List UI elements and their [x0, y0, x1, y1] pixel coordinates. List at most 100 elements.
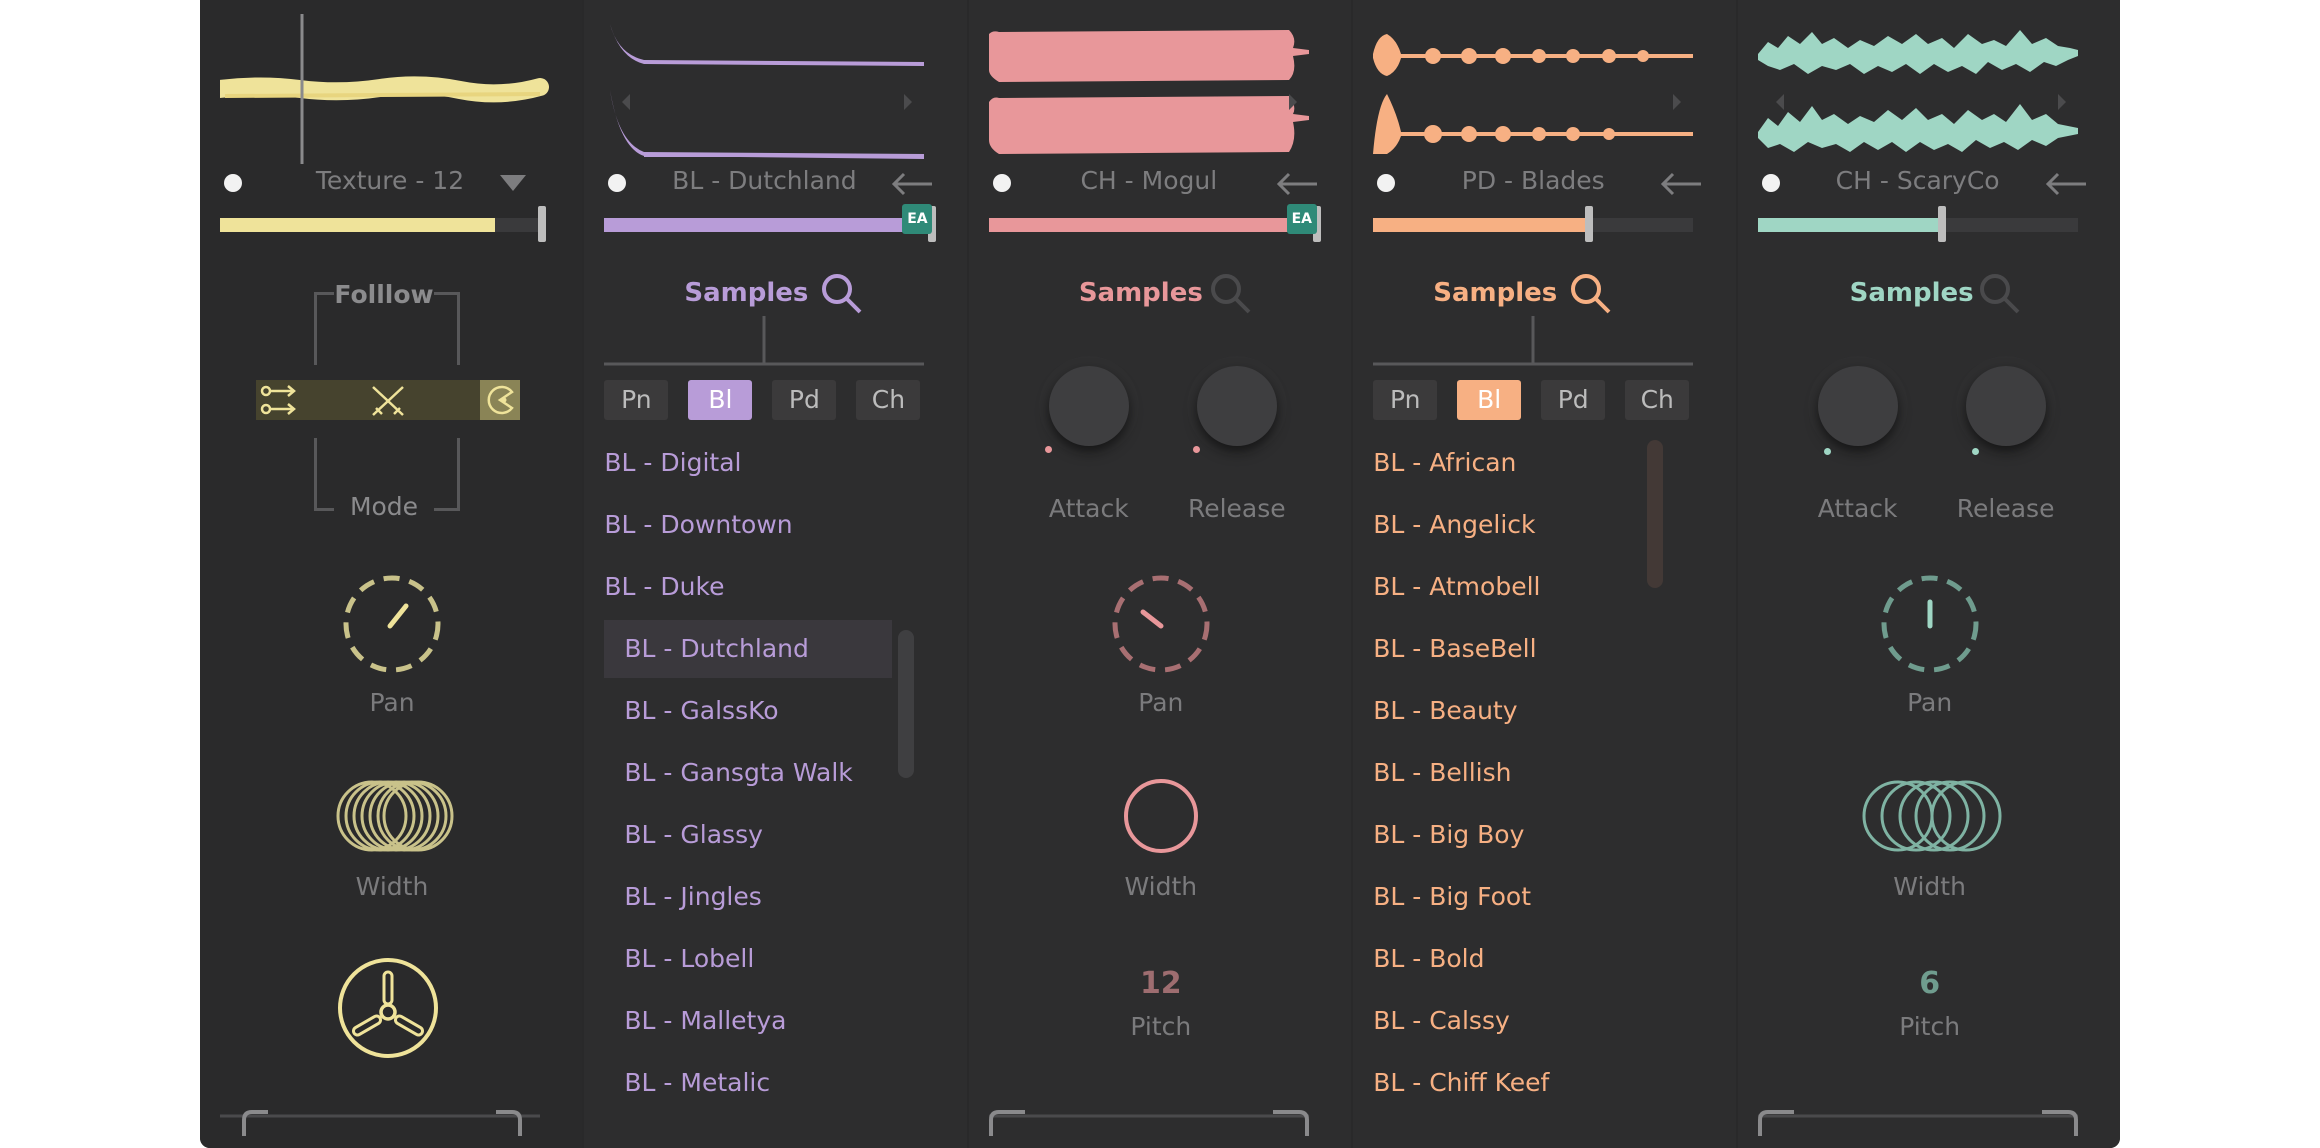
arrow-left-icon[interactable]	[2044, 172, 2088, 196]
list-scrollbar[interactable]	[1647, 440, 1664, 588]
list-item[interactable]: BL - BaseBell	[1373, 634, 1536, 663]
waveform-display[interactable]	[1373, 14, 1713, 164]
list-item[interactable]: BL - Lobell	[624, 944, 754, 973]
list-item[interactable]: BL - Bold	[1373, 944, 1484, 973]
list-item[interactable]: BL - Atmobell	[1373, 572, 1540, 601]
volume-slider[interactable]	[988, 218, 1309, 232]
list-item[interactable]: BL - Jingles	[624, 882, 761, 911]
tab-bl[interactable]: Bl	[688, 380, 753, 420]
sample-name[interactable]: Texture - 12	[260, 166, 520, 195]
list-item[interactable]: BL - Big Boy	[1373, 820, 1524, 849]
volume-slider-handle[interactable]	[538, 206, 546, 242]
tab-pd[interactable]: Pd	[1541, 380, 1606, 420]
arrow-left-icon[interactable]	[890, 172, 934, 196]
list-item[interactable]: BL - African	[1373, 448, 1516, 477]
list-scrollbar[interactable]	[898, 630, 915, 778]
list-item[interactable]: BL - Gansgta Walk	[624, 758, 852, 787]
volume-slider[interactable]	[1373, 218, 1694, 232]
bottom-range-bar[interactable]	[988, 1106, 1329, 1136]
waveform-display[interactable]	[220, 14, 560, 164]
width-control[interactable]	[330, 774, 460, 858]
width-label: Width	[1124, 872, 1198, 901]
list-item[interactable]: BL - Chiff Keef	[1373, 1068, 1549, 1097]
volume-slider-handle[interactable]	[1585, 206, 1594, 242]
volume-slider-handle[interactable]	[1937, 206, 1946, 242]
pitch-label: Pitch	[1899, 1012, 1961, 1041]
pacman-icon[interactable]	[484, 384, 516, 416]
list-item-selected[interactable]: BL - Dutchland	[624, 634, 808, 663]
bottom-range-bar[interactable]	[220, 1106, 560, 1136]
pan-knob[interactable]	[330, 572, 454, 696]
tab-pn[interactable]: Pn	[604, 380, 669, 420]
list-item[interactable]: BL - Big Foot	[1373, 882, 1531, 911]
sample-name[interactable]: BL - Dutchland	[644, 166, 884, 195]
pitch-value[interactable]: 6	[1830, 966, 2030, 1001]
attack-knob[interactable]	[1048, 366, 1129, 446]
attack-knob-indicator	[1823, 448, 1831, 455]
samples-label: Samples	[1849, 278, 1974, 308]
follow-label: Folllow	[334, 280, 434, 309]
list-item[interactable]: BL - Duke	[604, 572, 724, 601]
bottom-range-bar[interactable]	[1757, 1106, 2098, 1136]
attack-knob[interactable]	[1817, 366, 1898, 446]
tab-pd[interactable]: Pd	[772, 380, 837, 420]
volume-slider[interactable]	[1757, 218, 2078, 232]
list-item[interactable]: BL - Malletya	[624, 1006, 786, 1035]
list-item[interactable]: BL - Metalic	[624, 1068, 770, 1097]
channel-enable-toggle[interactable]	[608, 174, 627, 192]
list-item[interactable]: BL - Bellish	[1373, 758, 1511, 787]
waveform-display[interactable]	[604, 14, 944, 164]
list-item[interactable]: BL - Glassy	[624, 820, 762, 849]
waveform-display[interactable]	[988, 14, 1329, 164]
waveform-display[interactable]	[1757, 14, 2098, 164]
fan-icon[interactable]	[336, 956, 440, 1060]
volume-slider[interactable]	[220, 218, 540, 232]
pan-label: Pan	[1907, 688, 1953, 717]
dropdown-triangle-icon[interactable]	[500, 175, 526, 193]
arrow-left-icon[interactable]	[1275, 172, 1319, 196]
pitch-value[interactable]: 12	[1061, 966, 1261, 1001]
list-item[interactable]: BL - GalssKo	[624, 696, 778, 725]
pan-knob[interactable]	[1099, 572, 1223, 696]
samples-label: Samples	[1078, 278, 1203, 308]
release-knob[interactable]	[1196, 366, 1277, 446]
split-arrows-icon[interactable]	[260, 384, 298, 418]
attack-label: Attack	[1048, 494, 1129, 523]
pan-label: Pan	[369, 688, 415, 717]
tab-pn[interactable]: Pn	[1373, 380, 1438, 420]
channel-2: BL - Dutchland EA Samples Pn Bl Pd Ch BL…	[584, 0, 967, 1148]
list-item[interactable]: BL - Downtown	[604, 510, 792, 539]
volume-slider[interactable]	[604, 218, 925, 232]
list-item[interactable]: BL - Digital	[604, 448, 741, 477]
search-icon[interactable]	[820, 272, 864, 316]
width-label: Width	[1893, 872, 1966, 901]
tab-connector	[1373, 316, 1694, 366]
search-icon[interactable]	[1569, 272, 1613, 316]
list-item[interactable]: BL - Calssy	[1373, 1006, 1510, 1035]
tab-ch[interactable]: Ch	[856, 380, 921, 420]
search-icon[interactable]	[1209, 272, 1253, 316]
pan-knob[interactable]	[1868, 572, 1992, 696]
search-icon[interactable]	[1978, 272, 2022, 316]
sample-name[interactable]: CH - Mogul	[1029, 166, 1269, 195]
tab-bl[interactable]: Bl	[1457, 380, 1522, 420]
release-knob[interactable]	[1965, 366, 2046, 446]
sample-name[interactable]: PD - Blades	[1413, 166, 1653, 195]
release-knob-indicator	[1971, 448, 1979, 455]
width-control[interactable]	[1121, 776, 1201, 856]
release-label: Release	[1187, 494, 1286, 523]
tab-ch[interactable]: Ch	[1625, 380, 1690, 420]
sampler-app: Texture - 12 Folllow Mode Pan Width BL -…	[200, 0, 2120, 1148]
channel-1: Texture - 12 Folllow Mode Pan Width	[200, 0, 583, 1148]
list-item[interactable]: BL - Angelick	[1373, 510, 1535, 539]
channel-enable-toggle[interactable]	[1761, 174, 1780, 192]
channel-enable-toggle[interactable]	[1377, 174, 1396, 192]
channel-enable-toggle[interactable]	[224, 174, 242, 192]
arrow-left-icon[interactable]	[1659, 172, 1703, 196]
list-item[interactable]: BL - Beauty	[1373, 696, 1517, 725]
crossed-swords-icon[interactable]	[370, 384, 406, 418]
mode-label: Mode	[334, 492, 434, 521]
sample-name[interactable]: CH - ScaryCo	[1798, 166, 2038, 195]
width-control[interactable]	[1860, 774, 2004, 858]
channel-enable-toggle[interactable]	[992, 174, 1011, 192]
